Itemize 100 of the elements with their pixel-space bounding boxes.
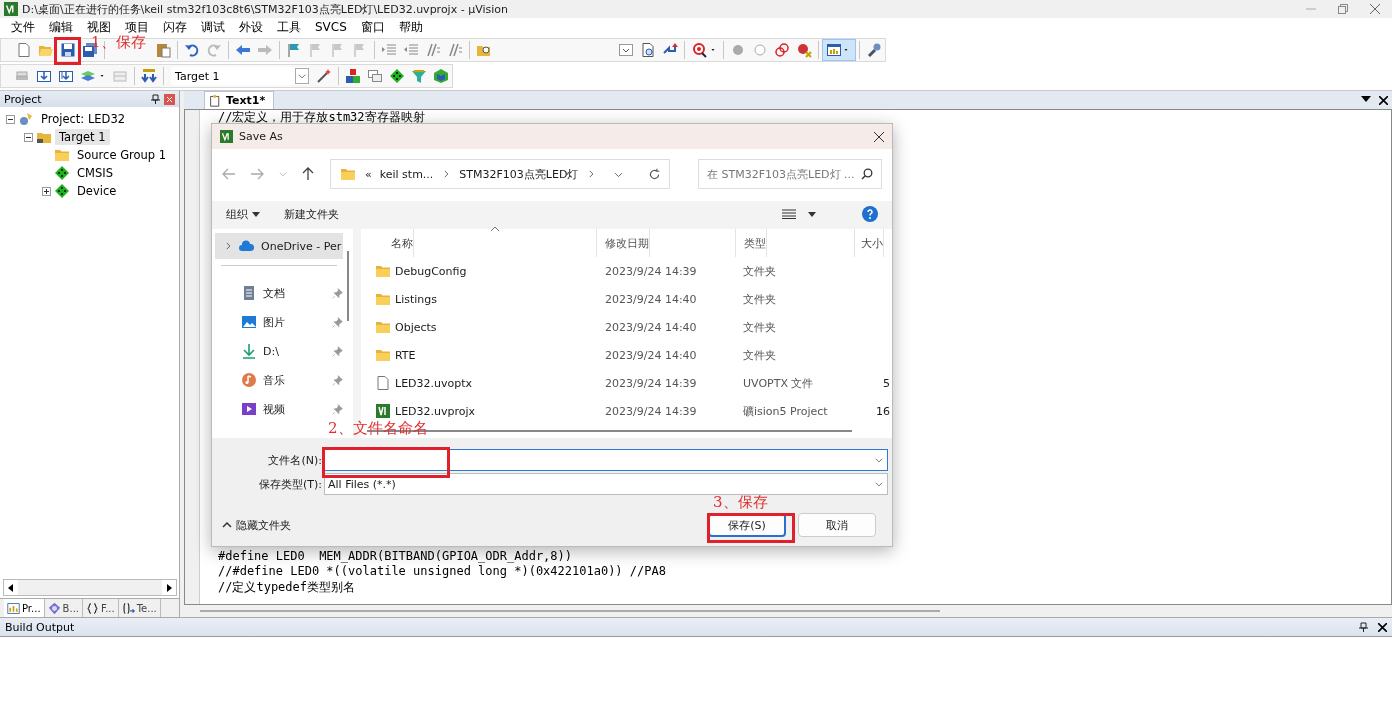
back-arrow-icon[interactable]: [235, 42, 251, 58]
rebuild-icon[interactable]: [58, 68, 74, 84]
caret-icon[interactable]: [808, 211, 816, 217]
file-name[interactable]: Listings: [395, 292, 437, 306]
refresh-icon[interactable]: [648, 167, 661, 181]
address-bar[interactable]: « keil stm... STM32F103点亮LED灯: [330, 159, 670, 189]
menu-item[interactable]: 闪存: [156, 18, 194, 36]
panel-tab[interactable]: B...: [44, 599, 83, 617]
tree-item[interactable]: Source Group 1: [73, 147, 171, 163]
tree-item[interactable]: CMSIS: [73, 165, 117, 181]
breadcrumb-item[interactable]: keil stm...: [379, 167, 434, 181]
up-arrow-icon[interactable]: [302, 167, 314, 181]
breadcrumb-item[interactable]: STM32F103点亮LED灯: [459, 166, 579, 182]
panel-title: Build Output: [5, 620, 76, 634]
column-header[interactable]: 名称: [391, 229, 414, 257]
menu-item[interactable]: 外设: [232, 18, 270, 36]
diamond-icon[interactable]: [389, 68, 405, 84]
collapse-toggle-icon[interactable]: [6, 114, 15, 124]
hide-folders-toggle[interactable]: 隐藏文件夹: [222, 517, 291, 533]
type-cell-text: 文件夹: [742, 263, 777, 279]
list-view-icon[interactable]: [782, 209, 796, 219]
size-cell: 16: [876, 404, 890, 418]
close-icon[interactable]: [1379, 95, 1388, 105]
collapse-toggle-icon[interactable]: [24, 132, 33, 142]
breadcrumb-item[interactable]: «: [365, 167, 372, 181]
magnifier-icon[interactable]: [691, 42, 707, 58]
find-in-files-icon[interactable]: [640, 42, 656, 58]
scroll-left-icon[interactable]: [8, 583, 14, 592]
tree-item[interactable]: Project: LED32: [37, 111, 130, 127]
menu-item[interactable]: 工具: [270, 18, 308, 36]
layers-icon[interactable]: [80, 68, 96, 84]
filter-icon[interactable]: [411, 68, 427, 84]
restore-icon[interactable]: [1338, 4, 1348, 14]
file-name[interactable]: RTE: [395, 348, 416, 362]
tree-item[interactable]: Device: [73, 183, 121, 199]
close-icon[interactable]: [1378, 622, 1387, 632]
panel-tab[interactable]: Pr...: [4, 599, 45, 617]
download-icon[interactable]: [141, 68, 157, 84]
paste-icon[interactable]: [155, 42, 171, 58]
caret-icon[interactable]: [252, 211, 260, 217]
menu-item[interactable]: 文件: [4, 18, 42, 36]
menu-item[interactable]: 编辑: [42, 18, 80, 36]
menu-item[interactable]: 窗口: [353, 18, 392, 36]
uncomment-icon[interactable]: [447, 42, 463, 58]
windows-icon[interactable]: [367, 68, 383, 84]
new-folder-button[interactable]: 新建文件夹: [284, 206, 339, 222]
column-header[interactable]: 大小: [861, 229, 884, 257]
filename-field[interactable]: [324, 449, 888, 471]
breakpoint-clear-icon[interactable]: [796, 42, 812, 58]
nav-item[interactable]: 文档: [215, 280, 343, 306]
nav-item[interactable]: OneDrive - Per: [215, 233, 343, 259]
nav-item[interactable]: D:\: [215, 338, 343, 364]
scrollbar[interactable]: [367, 430, 852, 432]
cancel-button[interactable]: 取消: [798, 513, 876, 537]
menu-item[interactable]: 帮助: [391, 18, 430, 36]
menu-item[interactable]: 调试: [194, 18, 232, 36]
pin-icon[interactable]: [1359, 622, 1368, 632]
panel-tab[interactable]: F...: [83, 599, 119, 617]
scrollbar[interactable]: [3, 579, 177, 596]
organize-menu[interactable]: 组织: [226, 206, 260, 222]
menu-item[interactable]: 视图: [80, 18, 118, 36]
file-name[interactable]: Objects: [395, 320, 437, 334]
close-icon[interactable]: [874, 131, 884, 142]
file-name[interactable]: LED32.uvoptx: [395, 376, 473, 390]
window-icon[interactable]: [826, 42, 842, 58]
pin-icon[interactable]: [151, 94, 160, 104]
column-header[interactable]: 类型: [744, 229, 767, 257]
new-file-icon[interactable]: [16, 42, 32, 58]
tree-item[interactable]: Target 1: [55, 129, 110, 145]
help-icon[interactable]: [862, 206, 878, 222]
view-menu[interactable]: [782, 209, 816, 219]
package-icon[interactable]: [433, 68, 449, 84]
undo-icon[interactable]: [184, 42, 200, 58]
chevron-up-icon[interactable]: [222, 521, 232, 529]
settings-icon[interactable]: [866, 42, 882, 58]
nav-item[interactable]: 音乐: [215, 367, 343, 393]
column-header[interactable]: 修改日期: [605, 229, 650, 257]
expand-toggle-icon[interactable]: [42, 186, 51, 196]
wand-icon[interactable]: [316, 68, 332, 84]
search-field[interactable]: 在 STM32F103点亮LED灯 ...: [698, 159, 882, 189]
linked-rings-icon[interactable]: [774, 42, 790, 58]
menu-item[interactable]: 项目: [118, 18, 156, 36]
comment-icon[interactable]: [425, 42, 441, 58]
file-type-select[interactable]: All Files (*.*): [324, 473, 888, 495]
nav-item[interactable]: 视频: [215, 396, 343, 422]
nav-item[interactable]: 图片: [215, 309, 343, 335]
flag-icon[interactable]: [286, 42, 302, 58]
blocks-icon[interactable]: [345, 68, 361, 84]
save-icon[interactable]: [60, 42, 76, 58]
build-icon[interactable]: [36, 68, 52, 84]
menu-item[interactable]: SVCS: [308, 20, 354, 34]
file-name[interactable]: LED32.uvprojx: [395, 404, 476, 418]
dropdown-icon[interactable]: [618, 42, 634, 58]
editor-tab[interactable]: Text1*: [204, 91, 275, 109]
dropdown-icon[interactable]: [1361, 95, 1371, 103]
scroll-right-icon[interactable]: [166, 583, 172, 592]
file-name[interactable]: DebugConfig: [395, 264, 467, 278]
annotation-text: 3、保存: [713, 495, 768, 510]
target-select[interactable]: Target 1: [171, 67, 309, 85]
panel-tab[interactable]: Te...: [118, 599, 161, 617]
